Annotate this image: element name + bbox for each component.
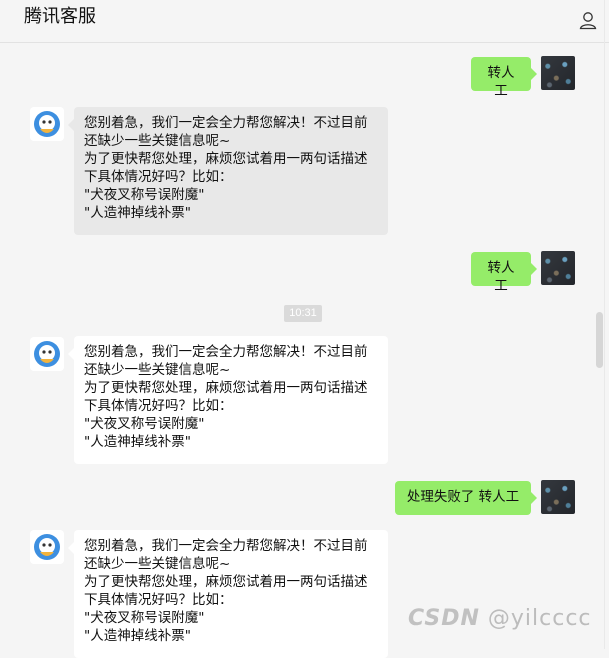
bot-message-line: 下具体情况好吗？比如：	[84, 592, 233, 608]
bot-message-line: 还缺少一些关键信息呢~	[84, 133, 231, 149]
bot-message-line: 您别着急，我们一定会全力帮您解决！不过目前	[84, 344, 368, 360]
user-message-text: 转人工	[487, 260, 515, 294]
bot-message-line: 下具体情况好吗？比如：	[84, 169, 233, 185]
bot-message-line: 还缺少一些关键信息呢~	[84, 362, 231, 378]
chat-title: 腾讯客服	[24, 6, 96, 27]
user-message-text: 处理失败了 转人工	[406, 489, 520, 505]
window-edge	[604, 0, 605, 649]
user-message-bubble[interactable]: 转人工	[471, 57, 537, 99]
bot-avatar[interactable]	[30, 337, 64, 371]
bot-message-line: 您别着急，我们一定会全力帮您解决！不过目前	[84, 538, 368, 554]
bot-message-line: 您别着急，我们一定会全力帮您解决！不过目前	[84, 115, 368, 131]
watermark-logo: CSDN	[408, 606, 480, 631]
bot-message-line: "犬夜叉称号误附魔"	[84, 610, 205, 626]
chat-header: 腾讯客服	[0, 0, 609, 43]
user-message-text: 转人工	[487, 65, 515, 99]
timestamp: 10:31	[284, 305, 322, 322]
bot-message-line: "犬夜叉称号误附魔"	[84, 187, 205, 203]
bot-message-line: 下具体情况好吗？比如：	[84, 398, 233, 414]
bot-avatar[interactable]	[30, 107, 64, 141]
user-avatar[interactable]	[541, 56, 575, 90]
bot-message-line: "人造神掉线补票"	[84, 628, 191, 644]
watermark: CSDN @yilcccc	[408, 606, 592, 631]
bot-message-line: 为了更快帮您处理，麻烦您试着用一两句话描述	[84, 574, 368, 590]
bot-message-line: 还缺少一些关键信息呢~	[84, 556, 231, 572]
bot-message-bubble[interactable]: 您别着急，我们一定会全力帮您解决！不过目前 还缺少一些关键信息呢~ 为了更快帮您…	[68, 336, 388, 464]
bot-message-line: "人造神掉线补票"	[84, 434, 191, 450]
bot-message-line: 为了更快帮您处理，麻烦您试着用一两句话描述	[84, 151, 368, 167]
profile-icon[interactable]	[578, 10, 598, 30]
bot-avatar[interactable]	[30, 530, 64, 564]
bot-message-line: "犬夜叉称号误附魔"	[84, 416, 205, 432]
user-avatar[interactable]	[541, 480, 575, 514]
bot-message-bubble[interactable]: 您别着急，我们一定会全力帮您解决！不过目前 还缺少一些关键信息呢~ 为了更快帮您…	[68, 530, 388, 658]
user-message-bubble[interactable]: 转人工	[471, 252, 537, 294]
user-avatar[interactable]	[541, 251, 575, 285]
chat-scrollbar[interactable]	[596, 312, 603, 368]
user-message-bubble[interactable]: 处理失败了 转人工	[395, 481, 537, 515]
watermark-text: @yilcccc	[487, 606, 592, 631]
bot-message-bubble[interactable]: 您别着急，我们一定会全力帮您解决！不过目前 还缺少一些关键信息呢~ 为了更快帮您…	[68, 107, 388, 235]
bot-message-line: "人造神掉线补票"	[84, 205, 191, 221]
bot-message-line: 为了更快帮您处理，麻烦您试着用一两句话描述	[84, 380, 368, 396]
